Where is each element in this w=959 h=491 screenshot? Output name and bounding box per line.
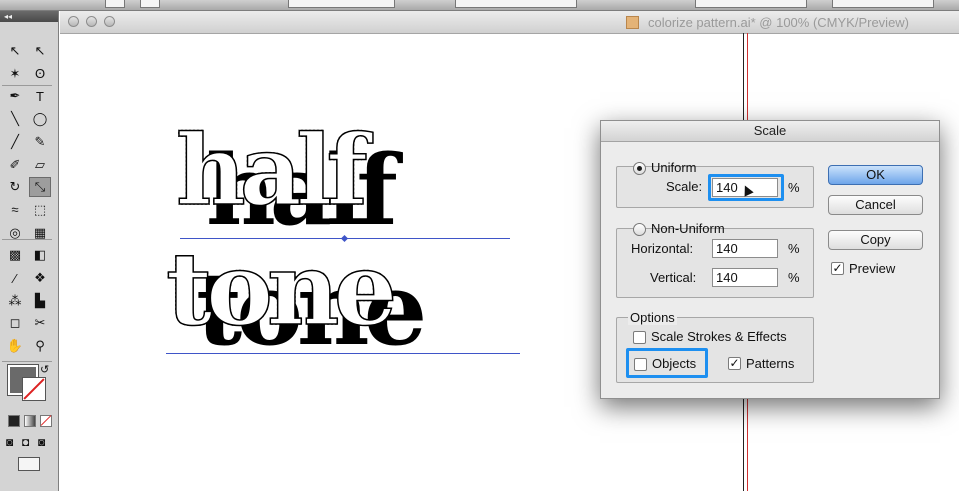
column-graph-tool-icon[interactable]: ▙ xyxy=(29,291,51,311)
cancel-button[interactable]: Cancel xyxy=(828,195,923,215)
document-titlebar: colorize pattern.ai* @ 100% (CMYK/Previe… xyxy=(60,11,959,34)
ok-button[interactable]: OK xyxy=(828,165,923,185)
uniform-label: Uniform xyxy=(651,160,697,175)
screen-mode-icon[interactable] xyxy=(18,457,40,471)
preview-checkbox[interactable]: ✓ xyxy=(831,262,844,275)
free-transform-tool-icon[interactable]: ⬚ xyxy=(29,200,51,220)
copy-button[interactable]: Copy xyxy=(828,230,923,250)
slice-tool-icon[interactable]: ✂ xyxy=(29,313,51,333)
scale-label: Scale: xyxy=(666,179,703,194)
document-icon xyxy=(626,16,639,29)
paintbrush-tool-icon[interactable]: ╱ xyxy=(4,132,26,152)
divider xyxy=(2,85,52,86)
mesh-tool-icon[interactable]: ▩ xyxy=(4,245,26,265)
ellipse-tool-icon[interactable]: ◯ xyxy=(29,109,51,129)
selection-tool-icon[interactable]: ↖ xyxy=(4,41,26,61)
control-field[interactable] xyxy=(288,0,395,8)
blob-brush-tool-icon[interactable]: ✐ xyxy=(4,155,26,175)
preview-label: Preview xyxy=(849,261,896,276)
vertical-unit: % xyxy=(788,270,800,285)
vertical-input[interactable]: 140 xyxy=(712,268,778,287)
horizontal-input[interactable]: 140 xyxy=(712,239,778,258)
control-field[interactable] xyxy=(455,0,577,8)
divider xyxy=(2,361,52,362)
pencil-tool-icon[interactable]: ✎ xyxy=(29,132,51,152)
lasso-tool-icon[interactable]: ʘ xyxy=(29,64,51,84)
patterns-label: Patterns xyxy=(746,356,795,371)
control-bar xyxy=(0,0,959,11)
line-tool-icon[interactable]: ╲ xyxy=(4,109,26,129)
collapse-icon[interactable]: ◂◂ xyxy=(0,11,58,22)
objects-highlight xyxy=(626,348,708,378)
rotate-tool-icon[interactable]: ↻ xyxy=(4,177,26,197)
direct-selection-tool-icon[interactable]: ↖ xyxy=(29,41,51,61)
scale-tool-icon[interactable]: ⤡ xyxy=(29,177,51,198)
none-slash-icon xyxy=(40,415,52,426)
control-field[interactable] xyxy=(695,0,807,8)
divider xyxy=(2,239,52,240)
horizontal-unit: % xyxy=(788,241,800,256)
zoom-icon[interactable] xyxy=(104,16,115,27)
non-uniform-label: Non-Uniform xyxy=(651,221,725,236)
zoom-tool-icon[interactable]: ⚲ xyxy=(29,336,51,356)
warp-tool-icon[interactable]: ≈ xyxy=(4,200,26,220)
none-slash-icon xyxy=(23,378,45,400)
patterns-checkbox[interactable]: ✓ xyxy=(728,357,741,370)
draw-normal-icon[interactable]: ◙ xyxy=(6,435,13,449)
dialog-title: Scale xyxy=(601,121,939,142)
control-field[interactable] xyxy=(832,0,934,8)
close-icon[interactable] xyxy=(68,16,79,27)
draw-inside-icon[interactable]: ◙ xyxy=(38,435,45,449)
options-label: Options xyxy=(628,310,677,325)
artwork-half[interactable]: half xyxy=(175,122,368,220)
type-tool-icon[interactable]: T xyxy=(29,86,51,106)
magic-wand-tool-icon[interactable]: ✶ xyxy=(4,64,26,84)
scale-strokes-checkbox[interactable] xyxy=(633,331,646,344)
draw-behind-icon[interactable]: ◘ xyxy=(22,435,29,449)
document-title: colorize pattern.ai* @ 100% (CMYK/Previe… xyxy=(648,15,910,30)
eraser-tool-icon[interactable]: ▱ xyxy=(29,155,51,175)
hand-tool-icon[interactable]: ✋ xyxy=(4,336,26,356)
non-uniform-radio[interactable] xyxy=(633,223,646,236)
blend-tool-icon[interactable]: ❖ xyxy=(29,268,51,288)
vertical-label: Vertical: xyxy=(650,270,697,285)
eyedropper-tool-icon[interactable]: ⁄ xyxy=(4,268,26,288)
symbol-sprayer-tool-icon[interactable]: ⁂ xyxy=(4,291,26,311)
minimize-icon[interactable] xyxy=(86,16,97,27)
fill-swatch[interactable] xyxy=(105,0,125,8)
baseline-guide xyxy=(166,353,520,354)
artboard-tool-icon[interactable]: ◻ xyxy=(4,313,26,333)
gradient-tool-icon[interactable]: ◧ xyxy=(29,245,51,265)
gradient-mode-icon[interactable] xyxy=(24,415,36,427)
swap-colors-icon[interactable]: ↺ xyxy=(40,363,49,376)
stroke-swatch[interactable] xyxy=(140,0,160,8)
artwork-tone[interactable]: tone xyxy=(165,238,398,340)
none-mode-icon[interactable] xyxy=(40,415,52,427)
stroke-color-swatch[interactable] xyxy=(22,377,46,401)
scale-dialog: Scale Uniform Scale: 140 % Non-Uniform H… xyxy=(600,120,940,399)
scale-unit: % xyxy=(788,180,800,195)
pen-tool-icon[interactable]: ✒ xyxy=(4,86,26,106)
uniform-radio[interactable] xyxy=(633,162,646,175)
color-mode-icon[interactable] xyxy=(8,415,20,427)
scale-strokes-label: Scale Strokes & Effects xyxy=(651,329,787,344)
tools-panel: ◂◂ ↖ ↖ ✶ ʘ ✒ T ╲ ◯ ╱ ✎ ✐ ▱ ↻ ⤡ ≈ ⬚ ◎ ▦ ▩ ◧ ⁄ ❖ ⁂ ▙ ◻ ✂ ✋ ⚲ ↺ ◙ ◘ ◙ xyxy=(0,11,59,491)
horizontal-label: Horizontal: xyxy=(631,241,694,256)
